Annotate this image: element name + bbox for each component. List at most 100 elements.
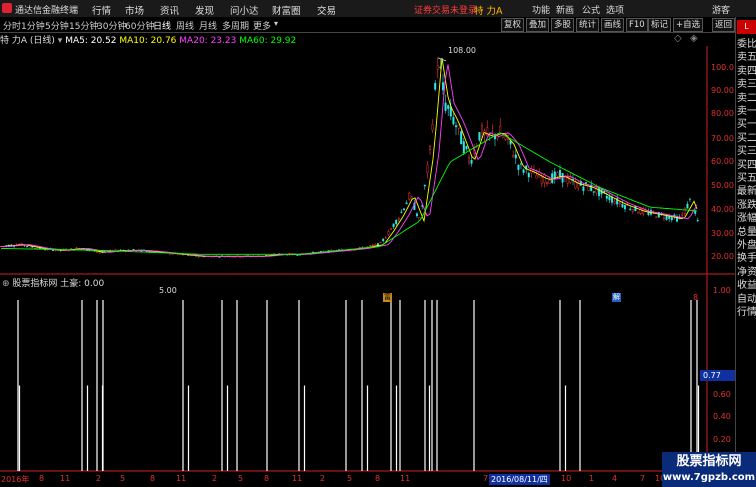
menu-faxian[interactable]: 发现	[195, 3, 214, 17]
menu-caifuquan[interactable]: 财富圈	[272, 3, 301, 17]
period-1min[interactable]: 1分钟	[21, 19, 45, 32]
mark-button[interactable]: 标记	[648, 18, 672, 32]
candle-body	[390, 228, 393, 230]
side-tab[interactable]: 买三	[737, 145, 756, 158]
candle-body	[231, 256, 234, 258]
period-multi[interactable]: 多周期	[222, 19, 249, 32]
candle-body	[694, 211, 697, 214]
candle-body	[686, 203, 689, 209]
side-tab[interactable]: 涨幅	[737, 212, 756, 225]
side-tab[interactable]: 买二	[737, 132, 756, 145]
period-fenshi[interactable]: 分时	[3, 19, 21, 32]
guest-label[interactable]: 游客	[712, 3, 730, 16]
date-tick: 11	[292, 474, 303, 483]
period-day[interactable]: 日线	[153, 19, 171, 32]
menu-gongshi[interactable]: 公式	[582, 3, 600, 16]
collapse-icon[interactable]: ◇	[674, 33, 682, 44]
event-marker-fu[interactable]: 富	[383, 293, 392, 302]
ma10-value: MA10: 20.76	[119, 36, 177, 46]
menu-shichang[interactable]: 市场	[125, 3, 144, 17]
side-tab[interactable]: 买四	[737, 159, 756, 172]
side-tab[interactable]: 换手	[737, 252, 756, 265]
draw-line-button[interactable]: 画线	[601, 18, 625, 32]
side-tab[interactable]: 卖一	[737, 105, 756, 118]
candle-body	[416, 213, 419, 217]
add-favorite-button[interactable]: +自选	[673, 18, 704, 32]
stock-name: 特 力A	[474, 6, 503, 17]
candle-body	[379, 241, 382, 243]
ma5-value: MA5: 20.52	[65, 36, 117, 46]
date-cursor-label: 2016/08/11/四	[489, 474, 550, 485]
date-tick: 8	[150, 474, 156, 483]
candle-body	[387, 231, 390, 235]
side-tab[interactable]: 最新	[737, 185, 756, 198]
period-month[interactable]: 月线	[199, 19, 217, 32]
candle-body	[26, 246, 29, 248]
side-tab[interactable]: 涨跌	[737, 199, 756, 212]
side-tab[interactable]: 外盘	[737, 239, 756, 252]
menu-hangqing[interactable]: 行情	[92, 3, 111, 17]
side-tab[interactable]: 卖五	[737, 51, 756, 64]
menu-wenxiaoda[interactable]: 问小达	[230, 3, 259, 17]
period-more[interactable]: 更多	[253, 19, 271, 32]
side-tab[interactable]: 卖二	[737, 92, 756, 105]
menu-xinhua[interactable]: 新画	[556, 3, 574, 16]
event-marker-jie[interactable]: 解	[612, 293, 621, 302]
indicator-dropdown-icon[interactable]: ⊕	[2, 279, 10, 289]
period-30min[interactable]: 30分钟	[97, 19, 126, 32]
login-warning[interactable]: 证券交易未登录	[414, 3, 477, 16]
app-title: 通达信金融终端	[15, 6, 79, 16]
candle-body	[457, 124, 460, 129]
candle-body	[582, 186, 585, 191]
date-tick: 8	[264, 474, 270, 483]
fuquan-button[interactable]: 复权	[501, 18, 525, 32]
candle-body	[395, 219, 398, 225]
candle-body	[426, 164, 429, 173]
candle-body	[546, 181, 549, 185]
side-tab[interactable]: 行情	[737, 306, 756, 319]
stats-button[interactable]: 统计	[576, 18, 600, 32]
candle-body	[681, 213, 684, 216]
period-60min[interactable]: 60分钟	[125, 19, 154, 32]
period-15min[interactable]: 15分钟	[69, 19, 98, 32]
candle-body	[452, 117, 455, 125]
menu-zixun[interactable]: 资讯	[160, 3, 179, 17]
pin-icon[interactable]: ◈	[690, 33, 698, 44]
candle-body	[400, 211, 403, 213]
menu-gongneng[interactable]: 功能	[532, 3, 550, 16]
back-button[interactable]: 返回	[712, 18, 735, 32]
date-tick: 11	[176, 474, 187, 483]
candle-body	[403, 208, 406, 211]
period-5min[interactable]: 5分钟	[45, 19, 69, 32]
side-tab[interactable]: 买一	[737, 118, 756, 131]
candle-body	[548, 180, 551, 185]
date-tick: 4	[612, 474, 618, 483]
side-tab[interactable]: 收益	[737, 279, 756, 292]
candle-body	[397, 217, 400, 220]
more-dropdown-icon[interactable]: ▾	[274, 19, 278, 28]
f10-button[interactable]: F10	[626, 18, 648, 32]
side-tab[interactable]: 委比	[737, 38, 756, 51]
side-tab[interactable]: 净资	[737, 266, 756, 279]
candle-body	[444, 102, 447, 111]
side-tab[interactable]: 自动	[737, 293, 756, 306]
side-tab[interactable]: 卖四	[737, 65, 756, 78]
date-tick: 5	[238, 474, 244, 483]
candle-body	[512, 155, 515, 158]
multi-stock-button[interactable]: 多股	[551, 18, 575, 32]
side-tab[interactable]: 买五	[737, 172, 756, 185]
period-week[interactable]: 周线	[176, 19, 194, 32]
side-tab[interactable]: 总量	[737, 226, 756, 239]
candle-body	[696, 220, 699, 222]
chart-dropdown-icon[interactable]: ▾	[58, 36, 63, 46]
overlay-button[interactable]: 叠加	[526, 18, 550, 32]
date-tick: 2	[96, 474, 102, 483]
menu-xuanxiang[interactable]: 选项	[606, 3, 624, 16]
side-tab[interactable]: 卖三	[737, 78, 756, 91]
ma-info-line: 特 力A (日线) ▾ MA5: 20.52 MA10: 20.76 MA20:…	[0, 33, 296, 46]
chart-area[interactable]	[0, 46, 735, 474]
candle-body	[520, 163, 523, 165]
menu-jiaoyi[interactable]: 交易	[317, 3, 336, 17]
candle-body	[663, 217, 666, 219]
level-badge-icon[interactable]: L	[737, 20, 756, 34]
